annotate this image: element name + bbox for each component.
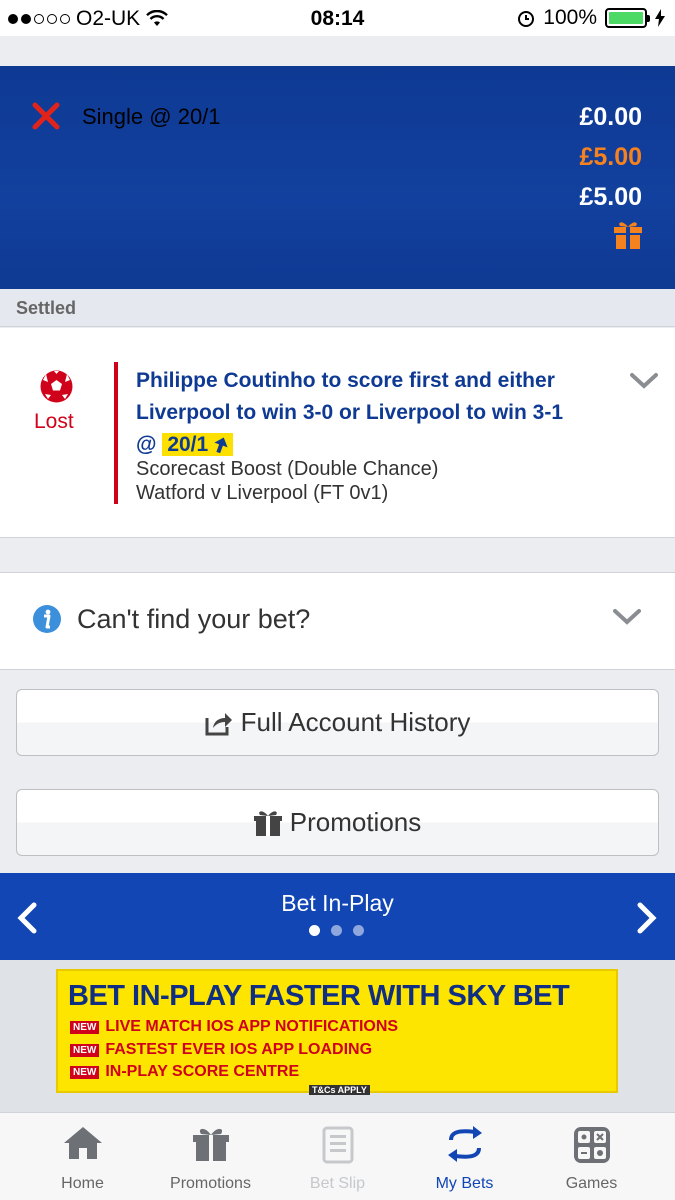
gift-icon	[253, 810, 282, 836]
odds-prefix: @	[136, 433, 157, 456]
cant-find-label: Can't find your bet?	[77, 604, 311, 634]
lost-x-icon	[32, 102, 60, 130]
status-bar: O2-UK 08:14 100%	[0, 0, 675, 36]
bet-type: Single @ 20/1	[82, 104, 221, 129]
betslip-icon	[322, 1126, 353, 1164]
chevron-right-icon[interactable]	[636, 902, 658, 934]
boost-arrow-icon	[214, 437, 228, 454]
bet-header[interactable]	[0, 66, 675, 289]
charging-icon	[655, 9, 665, 27]
returns-amount: £0.00	[579, 103, 642, 131]
banner-line: NEW IN-PLAY SCORE CENTRE	[70, 1063, 299, 1081]
tab-promotions[interactable]: Promotions	[143, 1112, 278, 1200]
banner-line: NEW LIVE MATCH IOS APP NOTIFICATIONS	[70, 1018, 398, 1036]
tab-label: Promotions	[170, 1175, 251, 1192]
battery-percent: 100%	[543, 6, 597, 29]
banner-title: BET IN-PLAY FASTER WITH SKY BET	[68, 980, 570, 1012]
terms-label: T&Cs APPLY	[309, 1085, 370, 1095]
promotions-label: Promotions	[289, 807, 422, 837]
event-name: Watford v Liverpool (FT 0v1)	[136, 482, 389, 504]
odds-badge: 20/1	[162, 433, 234, 456]
banner-line-text: FASTEST EVER IOS APP LOADING	[105, 1041, 373, 1058]
settled-bar	[0, 289, 675, 327]
banner-line-text: IN-PLAY SCORE CENTRE	[105, 1063, 300, 1080]
selection-name: Philippe Coutinho to score first and eit…	[136, 369, 564, 424]
pager-dot[interactable]	[331, 925, 342, 936]
gift-icon	[192, 1128, 229, 1161]
tab-label: Home	[61, 1175, 104, 1192]
pager-dot[interactable]	[353, 925, 364, 936]
promotions-button[interactable]: Promotions	[16, 789, 659, 856]
market-name: Scorecast Boost (Double Chance)	[136, 458, 439, 480]
banner-line-text: LIVE MATCH IOS APP NOTIFICATIONS	[105, 1018, 399, 1035]
settled-label: Settled	[16, 298, 77, 318]
tab-home[interactable]: Home	[15, 1112, 150, 1200]
tab-label: My Bets	[435, 1175, 494, 1192]
chevron-left-icon[interactable]	[16, 902, 38, 934]
banner-line: NEW FASTEST EVER IOS APP LOADING	[70, 1041, 372, 1059]
total-stake-amount: £5.00	[579, 183, 642, 211]
selection-text: Philippe Coutinho to score first and eit…	[136, 365, 616, 461]
result-indicator	[114, 362, 118, 504]
tab-games[interactable]: Games	[524, 1112, 659, 1200]
tab-my-bets[interactable]: My Bets	[397, 1112, 532, 1200]
chevron-down-icon[interactable]	[630, 372, 658, 390]
status-right: 100%	[517, 6, 665, 30]
alarm-icon	[518, 11, 535, 27]
carousel-pager[interactable]	[309, 925, 364, 936]
games-icon	[573, 1127, 610, 1163]
tab-label: Bet Slip	[309, 1175, 366, 1192]
tab-label: Games	[565, 1175, 618, 1192]
stake-amount: £5.00	[579, 143, 642, 171]
carousel-title: Bet In-Play	[281, 890, 394, 916]
pager-dot[interactable]	[309, 925, 320, 936]
share-icon	[205, 712, 232, 735]
odds-value: 20/1	[167, 433, 209, 456]
battery-icon	[605, 8, 650, 28]
full-account-history-label: Full Account History	[240, 707, 471, 737]
new-badge: NEW	[70, 1065, 100, 1079]
home-icon	[63, 1127, 102, 1159]
new-badge: NEW	[70, 1020, 100, 1034]
football-icon	[40, 370, 73, 403]
tab-bet-slip[interactable]: Bet Slip	[270, 1112, 405, 1200]
mybets-icon	[447, 1126, 482, 1162]
chevron-down-icon[interactable]	[613, 608, 641, 626]
result-label: Lost	[34, 410, 74, 433]
info-icon	[33, 605, 61, 633]
gift-icon	[614, 222, 642, 249]
new-badge: NEW	[70, 1043, 100, 1057]
full-account-history-button[interactable]: Full Account History	[16, 689, 659, 756]
